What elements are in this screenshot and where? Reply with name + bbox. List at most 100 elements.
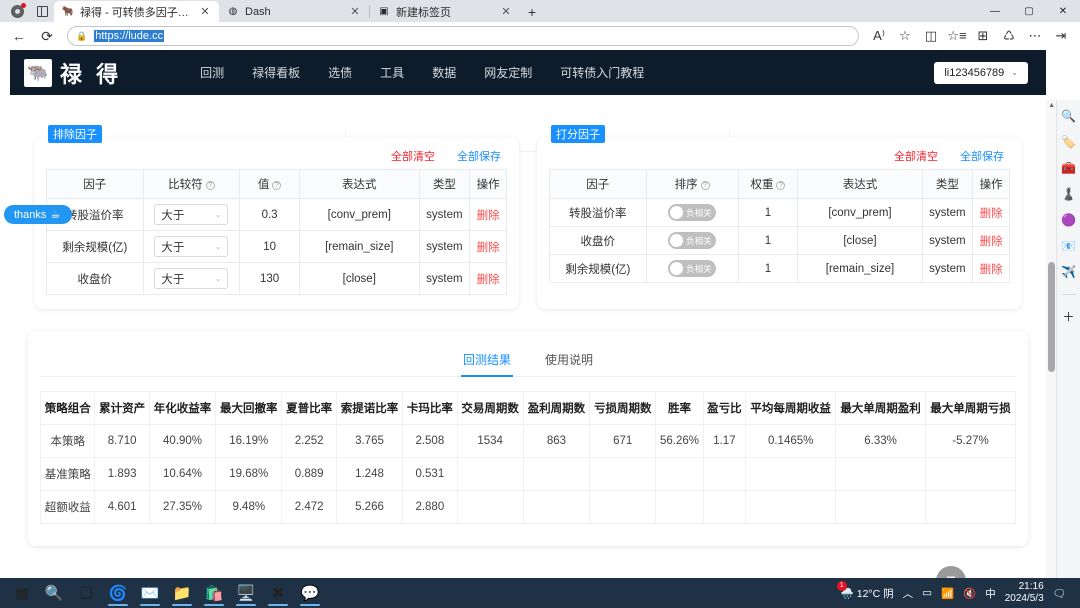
taskbar-remote-desktop[interactable]: 🖥️ [230, 578, 262, 608]
cell-value: 863 [522, 424, 591, 458]
taskbar-vscode[interactable]: ✖ [262, 578, 294, 608]
new-tab-button[interactable]: + [520, 1, 544, 22]
save-all-button[interactable]: 全部保存 [457, 148, 501, 164]
table-row: 基准策略 1.893 10.64% 19.68% 0.889 1.248 0.5… [39, 457, 1016, 491]
site-header: 🐃 禄 得 回测 禄得看板 选债 工具 数据 网友定制 可转债入门教程 li12… [10, 50, 1046, 95]
tab-instructions[interactable]: 使用说明 [543, 345, 595, 376]
outlook-icon[interactable]: 📧 [1061, 240, 1076, 252]
help-icon[interactable]: ? [205, 181, 215, 190]
maximize-button[interactable]: ▢ [1012, 0, 1046, 22]
tab-close-icon[interactable]: ✕ [349, 5, 361, 18]
profile-button[interactable] [4, 0, 30, 22]
delete-button[interactable]: 删除 [477, 210, 500, 222]
help-icon[interactable]: ? [700, 181, 710, 190]
nav-item-data[interactable]: 数据 [432, 64, 456, 81]
taskbar-explorer[interactable]: 📁 [166, 578, 198, 608]
help-icon[interactable]: ? [272, 181, 282, 190]
ime-indicator[interactable]: 中 [985, 586, 996, 601]
back-to-top-button[interactable] [936, 566, 966, 578]
add-icon[interactable]: ＋ [1062, 311, 1074, 323]
wifi-icon[interactable]: 📶 [941, 587, 954, 600]
task-view-button[interactable]: ❏ [70, 578, 102, 608]
read-aloud-icon[interactable]: A⁾ [866, 24, 892, 48]
edge-icon: 🌀 [108, 584, 128, 602]
save-all-button[interactable]: 全部保存 [960, 148, 1004, 164]
taskbar-edge[interactable]: 🌀 [102, 578, 134, 608]
page-scrollbar-thumb[interactable] [1048, 262, 1055, 372]
correlation-toggle[interactable]: 负相关 [668, 260, 717, 277]
delete-button[interactable]: 删除 [980, 264, 1003, 276]
nav-item-custom[interactable]: 网友定制 [484, 64, 532, 81]
battery-icon[interactable]: ▭ [922, 587, 932, 599]
delete-button[interactable]: 删除 [980, 236, 1003, 248]
nav-item-tools[interactable]: 工具 [380, 64, 404, 81]
operator-value: 大于 [161, 241, 185, 254]
taskbar-wechat[interactable]: 💬 [294, 578, 326, 608]
chevron-up-icon[interactable]: ︿ [903, 586, 914, 601]
site-logo[interactable]: 🐃 禄 得 [24, 57, 122, 89]
nav-item-backtest[interactable]: 回测 [200, 64, 224, 81]
cell-value [522, 490, 591, 524]
cell-value[interactable]: 10 [239, 230, 300, 263]
cell-value[interactable]: 0.3 [239, 198, 300, 231]
start-button[interactable]: ▦ [6, 578, 38, 608]
correlation-toggle[interactable]: 负相关 [668, 232, 717, 249]
thanks-badge[interactable]: thanks ☕ [4, 205, 73, 224]
favorites-icon[interactable]: ☆≡ [944, 24, 970, 48]
cell-value[interactable]: 130 [239, 262, 300, 295]
delete-button[interactable]: 删除 [477, 242, 500, 254]
cell-weight[interactable]: 1 [737, 254, 799, 283]
split-screen-icon[interactable]: ◫ [918, 24, 944, 48]
taskbar-search[interactable]: 🔍 [38, 578, 70, 608]
scroll-up-arrow[interactable]: ▲ [1048, 102, 1055, 109]
clear-all-button[interactable]: 全部清空 [894, 148, 938, 164]
taskbar-mail[interactable]: ✉️ [134, 578, 166, 608]
help-icon[interactable]: ? [776, 181, 786, 190]
user-menu[interactable]: li123456789 ⌄ [934, 61, 1028, 84]
tab-close-icon[interactable]: ✕ [199, 5, 211, 18]
cell-weight[interactable]: 1 [737, 226, 799, 255]
taskbar-clock[interactable]: 21:16 2024/5/3 [1005, 581, 1044, 606]
reload-icon[interactable]: ⟳ [34, 24, 60, 48]
file-explorer-icon: 📁 [172, 584, 192, 602]
tab-dash[interactable]: ◍ Dash ✕ [219, 1, 369, 22]
tab-lude[interactable]: 🐂 禄得 - 可转债多因子回测 ✕ [54, 1, 219, 22]
col-avg-period-return: 平均每周期收益 [745, 391, 837, 425]
tab-close-icon[interactable]: ✕ [500, 5, 512, 18]
operator-select[interactable]: 大于 ⌄ [154, 204, 229, 225]
correlation-toggle[interactable]: 负相关 [668, 204, 717, 221]
nav-item-select[interactable]: 选债 [328, 64, 352, 81]
close-window-button[interactable]: ✕ [1046, 0, 1080, 22]
thanks-label: thanks [14, 208, 47, 221]
clear-all-button[interactable]: 全部清空 [391, 148, 435, 164]
cell-value [589, 490, 657, 524]
telegram-icon[interactable]: ✈️ [1061, 266, 1076, 278]
favorite-star-icon[interactable]: ☆ [892, 24, 918, 48]
notification-icon[interactable]: 🗨 [1053, 587, 1066, 600]
shopping-tag-icon[interactable]: 🏷️ [1061, 136, 1076, 148]
delete-button[interactable]: 删除 [477, 274, 500, 286]
delete-button[interactable]: 删除 [980, 208, 1003, 220]
games-icon[interactable]: ♟️ [1061, 188, 1076, 200]
nav-item-dashboard[interactable]: 禄得看板 [252, 64, 300, 81]
tab-newtab[interactable]: ▣ 新建标签页 ✕ [370, 1, 520, 22]
operator-select[interactable]: 大于 ⌄ [154, 236, 229, 257]
volume-mute-icon[interactable]: 🔇 [963, 587, 976, 600]
sidebar-toggle-icon[interactable]: ⇥ [1048, 24, 1074, 48]
search-icon[interactable]: 🔍 [1061, 110, 1076, 122]
cell-weight[interactable]: 1 [737, 198, 799, 227]
tools-icon[interactable]: 🧰 [1061, 162, 1076, 174]
nav-item-tutorial[interactable]: 可转债入门教程 [560, 64, 644, 81]
back-icon[interactable]: ← [6, 24, 32, 48]
taskbar-store[interactable]: 🛍️ [198, 578, 230, 608]
operator-select[interactable]: 大于 ⌄ [154, 268, 229, 289]
weather-widget[interactable]: 1 🌧️ 12°C 阴 [836, 580, 894, 601]
copilot-icon[interactable]: 🟣 [1061, 214, 1076, 226]
minimize-button[interactable]: — [978, 0, 1012, 22]
tab-actions-button[interactable] [30, 0, 54, 22]
tab-backtest-result[interactable]: 回测结果 [460, 345, 514, 377]
address-bar[interactable]: 🔒 https://lude.cc [67, 26, 859, 46]
collections-icon[interactable]: ⊞ [970, 24, 996, 48]
settings-more-icon[interactable]: ⋯ [1022, 24, 1048, 48]
browser-essentials-icon[interactable]: ♺ [996, 24, 1022, 48]
